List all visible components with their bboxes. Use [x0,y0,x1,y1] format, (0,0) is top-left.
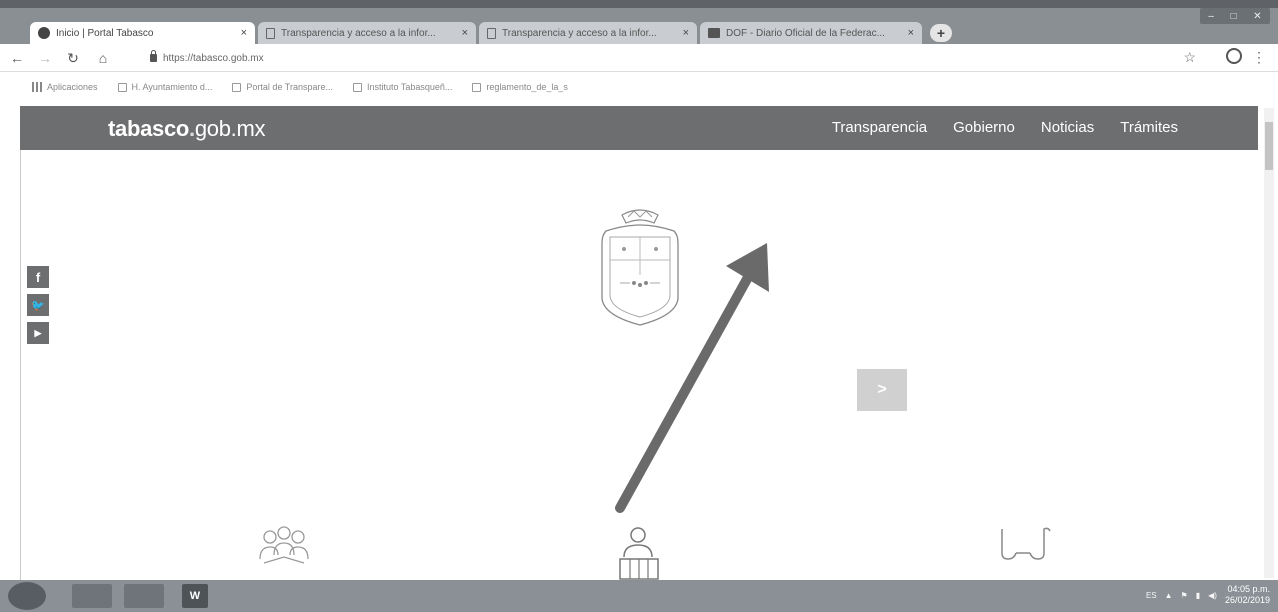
tray-arrow-icon[interactable]: ▲ [1165,591,1173,600]
reading-person-icon[interactable] [610,525,668,580]
youtube-button[interactable]: ▶ [27,322,49,344]
twitter-button[interactable]: 🐦 [27,294,49,316]
taskbar: W ES ▲ ⚑ ▮ ◀) 04:05 p.m. 26/02/2019 [0,580,1278,612]
bookmark-label: Aplicaciones [47,82,98,92]
reload-icon[interactable]: ↻ [64,50,82,67]
address-bar[interactable]: https://tabasco.gob.mx [150,49,1050,67]
glasses-icon[interactable] [996,525,1056,565]
back-icon[interactable]: ← [8,50,26,66]
close-window-icon[interactable]: ✕ [1253,11,1261,22]
maximize-icon[interactable]: □ [1231,11,1237,22]
bookmark-icon [117,82,127,92]
site-nav: Transparencia Gobierno Noticias Trámites [832,119,1178,136]
bookmark-portal-transparencia[interactable]: Portal de Transpare... [232,82,333,92]
bookmark-label: Portal de Transpare... [246,82,333,92]
volume-icon[interactable]: ◀) [1208,591,1217,600]
site-logo[interactable]: tabasco.gob.mx [108,116,266,142]
tab-label: Transparencia y acceso a la infor... [281,27,436,39]
nav-noticias[interactable]: Noticias [1041,119,1094,136]
new-tab-button[interactable]: + [930,24,952,42]
page-scrollbar[interactable] [1264,108,1274,578]
bookmarks-bar: Aplicaciones H. Ayuntamiento d... Portal… [0,72,1278,102]
page-icon [487,27,496,39]
nav-gobierno[interactable]: Gobierno [953,119,1015,136]
tab-transparencia-1[interactable]: Transparencia y acceso a la infor... × [258,22,476,44]
logo-bold: tabasco [108,116,190,141]
browser-titlebar: Inicio | Portal Tabasco × Transparencia … [0,0,1278,44]
page-edge [20,150,21,580]
bookmark-apps[interactable]: Aplicaciones [32,82,98,92]
profile-icon[interactable] [1226,48,1242,64]
browser-toolbar: ← → ↻ ⌂ https://tabasco.gob.mx ☆ ⋮ [0,44,1278,72]
tab-inicio[interactable]: Inicio | Portal Tabasco × [30,22,255,44]
menu-icon[interactable]: ⋮ [1252,49,1266,66]
tab-close-icon[interactable]: × [908,27,914,39]
url-text: https://tabasco.gob.mx [163,52,264,64]
logo-rest: gob.mx [194,116,266,141]
apps-icon [32,82,42,92]
lock-icon [150,50,157,62]
carousel-next-button[interactable]: > [857,369,907,411]
clock-time: 04:05 p.m. [1227,584,1270,594]
window-controls: – □ ✕ [1200,8,1270,24]
tab-close-icon[interactable]: × [462,27,468,39]
site-header: tabasco.gob.mx Transparencia Gobierno No… [20,106,1258,150]
system-tray: ES ▲ ⚑ ▮ ◀) 04:05 p.m. 26/02/2019 [1146,584,1270,606]
window-frame [0,0,1278,8]
facebook-button[interactable]: f [27,266,49,288]
coat-of-arms-icon [601,209,679,326]
nav-transparencia[interactable]: Transparencia [832,119,927,136]
tab-label: DOF - Diario Oficial de la Federac... [726,27,885,39]
flag-icon[interactable]: ⚑ [1181,591,1188,600]
dof-icon [708,28,720,38]
bookmark-label: reglamento_de_la_s [486,82,568,92]
page-icon [266,27,275,39]
facebook-icon: f [35,269,41,285]
tab-close-icon[interactable]: × [683,27,689,39]
tab-dof[interactable]: DOF - Diario Oficial de la Federac... × [700,22,922,44]
file-explorer-icon[interactable] [72,584,112,608]
network-icon[interactable]: ▮ [1196,591,1200,600]
community-icon[interactable] [256,525,312,575]
language-indicator[interactable]: ES [1146,591,1157,600]
bookmark-ayuntamiento[interactable]: H. Ayuntamiento d... [117,82,213,92]
tab-label: Transparencia y acceso a la infor... [502,27,657,39]
chrome-icon[interactable] [124,584,164,608]
home-icon[interactable]: ⌂ [94,50,112,66]
youtube-icon: ▶ [34,327,42,338]
forward-icon[interactable]: → [36,50,54,66]
nav-tramites[interactable]: Trámites [1120,119,1178,136]
tab-transparencia-2[interactable]: Transparencia y acceso a la infor... × [479,22,697,44]
bookmark-label: H. Ayuntamiento d... [131,82,213,92]
chevron-right-icon: > [877,381,887,398]
minimize-icon[interactable]: – [1208,11,1214,22]
bookmark-star-icon[interactable]: ☆ [1183,49,1196,66]
bookmark-icon [352,82,362,92]
clock[interactable]: 04:05 p.m. 26/02/2019 [1225,584,1270,606]
globe-icon [38,27,50,39]
bookmark-instituto[interactable]: Instituto Tabasqueñ... [352,82,453,92]
bookmark-icon [232,82,242,92]
tab-close-icon[interactable]: × [241,27,247,39]
bookmark-reglamento[interactable]: reglamento_de_la_s [472,82,568,92]
clock-date: 26/02/2019 [1224,595,1270,605]
bookmark-icon [472,82,482,92]
tab-label: Inicio | Portal Tabasco [56,27,154,39]
start-button[interactable] [8,582,46,610]
scrollbar-thumb[interactable] [1265,122,1273,170]
twitter-icon: 🐦 [31,299,45,312]
word-icon[interactable]: W [182,584,208,608]
bookmark-label: Instituto Tabasqueñ... [366,82,453,92]
